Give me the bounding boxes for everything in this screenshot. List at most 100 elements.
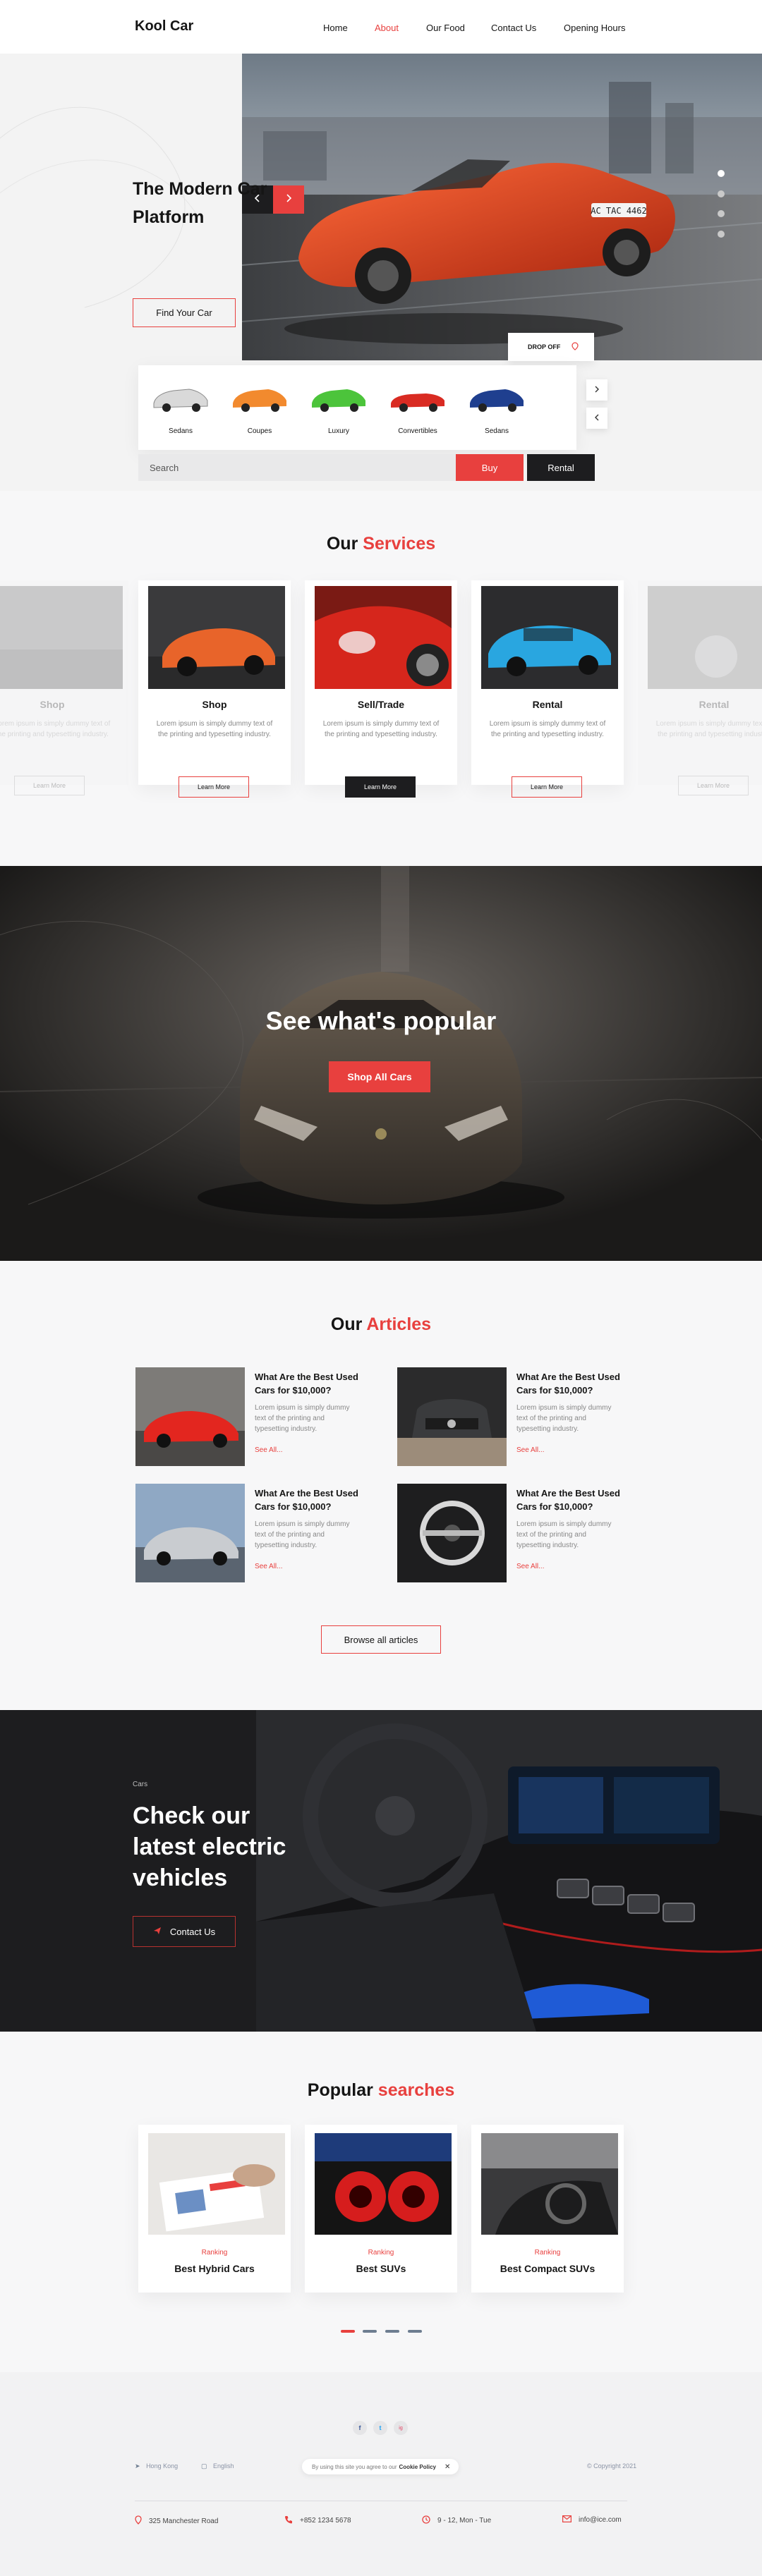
cookie-policy-link[interactable]: Cookie Policy [399, 2464, 436, 2470]
footer-email[interactable]: info@ice.com [562, 2515, 622, 2525]
map-pin-icon [572, 342, 579, 352]
slide-dot[interactable] [718, 210, 725, 217]
interior-image [0, 1710, 762, 2032]
phone-text: +852 1234 5678 [300, 2517, 351, 2525]
service-image [481, 586, 618, 689]
popular-name: Best Hybrid Cars [174, 2263, 255, 2274]
logo[interactable]: Kool Car [135, 18, 193, 35]
services-title: Our Services [0, 534, 762, 554]
contact-us-button[interactable]: Contact Us [133, 1916, 236, 1947]
find-your-car-button[interactable]: Find Your Car [133, 298, 236, 327]
article-card[interactable]: What Are the Best Used Cars for $10,000?… [397, 1484, 630, 1582]
slide-dot-active[interactable] [718, 170, 725, 177]
article-title: What Are the Best Used Cars for $10,000? [255, 1488, 358, 1512]
popular-card-suvs[interactable]: Ranking Best SUVs [305, 2125, 457, 2293]
article-card[interactable]: What Are the Best Used Cars for $10,000?… [397, 1367, 630, 1466]
category-panel: Sedans Coupes Luxury Convertibles Sedans [138, 365, 576, 450]
popular-image [148, 2133, 285, 2235]
page-dot[interactable] [385, 2330, 399, 2333]
category-prev-button[interactable] [586, 408, 607, 429]
page-dot[interactable] [408, 2330, 422, 2333]
category-coupes[interactable]: Coupes [224, 375, 295, 439]
car-icon [312, 389, 365, 412]
learn-more-button[interactable]: Learn More [512, 776, 582, 798]
chevron-right-icon [594, 384, 600, 396]
service-name: Rental [698, 699, 730, 710]
popular-title: Popular searches [0, 2080, 762, 2101]
article-card[interactable]: What Are the Best Used Cars for $10,000?… [135, 1484, 368, 1582]
clock-icon [422, 2515, 437, 2526]
service-desc: Lorem ipsum is simply dummy text of the … [489, 720, 606, 738]
category-sedans-2[interactable]: Sedans [461, 375, 532, 439]
search-input[interactable]: Search [138, 454, 456, 481]
service-image [148, 586, 285, 689]
nav-opening-hours[interactable]: Opening Hours [564, 23, 625, 33]
ranking-label: Ranking [368, 2249, 394, 2257]
see-all-link[interactable]: See All... [255, 1446, 282, 1454]
category-label: Sedans [169, 427, 193, 435]
article-image [135, 1367, 245, 1466]
category-next-button[interactable] [586, 379, 607, 401]
nav-home[interactable]: Home [323, 23, 348, 33]
footer-phone[interactable]: +852 1234 5678 [284, 2515, 351, 2526]
learn-more-button[interactable]: Learn More [179, 776, 249, 798]
buy-button[interactable]: Buy [456, 454, 524, 481]
popular-name: Best Compact SUVs [500, 2263, 595, 2274]
popular-card-hybrid[interactable]: Ranking Best Hybrid Cars [138, 2125, 291, 2293]
category-luxury[interactable]: Luxury [303, 375, 374, 439]
article-title: What Are the Best Used Cars for $10,000? [516, 1372, 620, 1396]
service-name: Shop [40, 699, 65, 710]
slide-dot[interactable] [718, 231, 725, 238]
site-header: Kool Car Home About Our Food Contact Us … [0, 0, 762, 54]
article-image [135, 1484, 245, 1582]
service-desc: Lorem ipsum is simply dummy text of the … [156, 720, 273, 738]
language-selector[interactable]: ▢ English [201, 2462, 234, 2470]
page-dot[interactable] [363, 2330, 377, 2333]
copyright: © Copyright 2021 [587, 2462, 637, 2470]
browse-all-articles-button[interactable]: Browse all articles [321, 1625, 441, 1654]
see-all-link[interactable]: See All... [516, 1446, 544, 1454]
instagram-icon[interactable]: ig [394, 2421, 408, 2435]
rental-button[interactable]: Rental [527, 454, 595, 481]
page-dot-active[interactable] [341, 2330, 355, 2333]
mail-icon [562, 2515, 579, 2525]
nav-our-food[interactable]: Our Food [426, 23, 465, 33]
article-title: What Are the Best Used Cars for $10,000? [255, 1372, 358, 1396]
contact-us-label: Contact Us [169, 1926, 216, 1937]
see-all-link[interactable]: See All... [255, 1563, 282, 1570]
region-selector[interactable]: ➤ Hong Kong [135, 2462, 178, 2470]
car-icon [153, 389, 208, 412]
popular-image [481, 2133, 618, 2235]
popular-card-compact-suvs[interactable]: Ranking Best Compact SUVs [471, 2125, 624, 2293]
address-text: 325 Manchester Road [149, 2517, 219, 2525]
twitter-icon[interactable]: t [373, 2421, 387, 2435]
learn-more-button[interactable]: Learn More [345, 776, 416, 798]
language-label: English [213, 2462, 234, 2470]
title-accent: Services [363, 534, 436, 554]
service-desc: Lorem ipsum is simply dummy text of the … [0, 720, 111, 738]
category-convertibles[interactable]: Convertibles [382, 375, 453, 439]
learn-more-button[interactable]: Learn More [678, 776, 749, 795]
category-sedans[interactable]: Sedans [145, 375, 216, 439]
service-desc: Lorem ipsum is simply dummy text of the … [322, 720, 440, 738]
chat-icon: ▢ [201, 2462, 207, 2470]
article-card[interactable]: What Are the Best Used Cars for $10,000?… [135, 1367, 368, 1466]
learn-more-button[interactable]: Learn More [14, 776, 85, 795]
facebook-icon[interactable]: f [353, 2421, 367, 2435]
article-desc: Lorem ipsum is simply dummy text of the … [516, 1520, 612, 1549]
title-accent: Articles [366, 1314, 432, 1334]
shop-all-cars-button[interactable]: Shop All Cars [329, 1061, 430, 1092]
category-label: Luxury [327, 427, 349, 435]
nav-about[interactable]: About [375, 23, 399, 33]
slide-dot[interactable] [718, 190, 725, 197]
close-icon[interactable]: ✕ [445, 2463, 450, 2471]
dropoff-tag[interactable]: DROP OFF [508, 333, 594, 361]
see-all-link[interactable]: See All... [516, 1563, 544, 1570]
service-image [0, 586, 123, 689]
phone-icon [284, 2515, 300, 2526]
popular-name: Best SUVs [356, 2263, 406, 2274]
send-icon: ➤ [135, 2462, 140, 2470]
nav-contact-us[interactable]: Contact Us [491, 23, 536, 33]
car-icon [391, 393, 445, 412]
popular-image [315, 2133, 452, 2235]
